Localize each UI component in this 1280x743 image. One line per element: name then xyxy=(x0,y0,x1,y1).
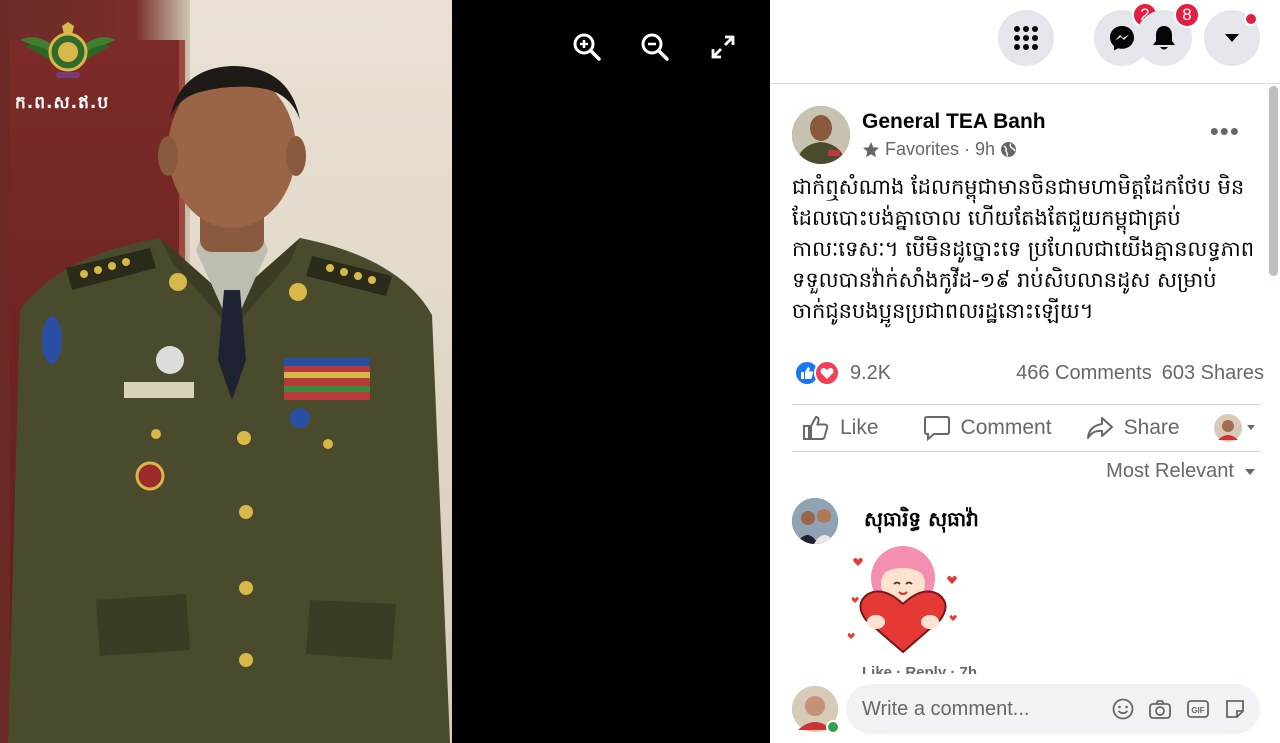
comment-composer: Write a comment... GIF xyxy=(792,684,1260,734)
author-avatar-image xyxy=(792,106,850,164)
shares-count[interactable]: 603 Shares xyxy=(1162,362,1264,385)
gif-icon[interactable]: GIF xyxy=(1186,698,1210,720)
post-time[interactable]: 9h xyxy=(975,139,995,160)
post-actions: Like Comment Share xyxy=(792,404,1260,452)
camera-icon[interactable] xyxy=(1148,698,1172,720)
like-button[interactable]: Like xyxy=(802,415,879,441)
reaction-identity-selector[interactable] xyxy=(1214,414,1256,442)
comment-icon xyxy=(923,416,950,441)
account-alert-dot xyxy=(1244,12,1258,26)
messenger-icon xyxy=(1110,26,1134,51)
meta-separator: · xyxy=(964,139,971,159)
emoji-icon[interactable] xyxy=(1112,698,1134,720)
audience-label[interactable]: Favorites xyxy=(885,139,959,160)
author-name[interactable]: General TEA Banh xyxy=(862,110,1046,134)
comment-label: Comment xyxy=(960,416,1052,439)
bell-icon xyxy=(1153,26,1175,50)
share-icon xyxy=(1086,417,1113,439)
commenter-avatar[interactable] xyxy=(792,498,838,544)
star-icon xyxy=(863,141,879,157)
grid-menu-icon xyxy=(1014,26,1038,50)
author-avatar[interactable] xyxy=(792,106,850,164)
share-label: Share xyxy=(1123,416,1180,439)
comment-button[interactable]: Comment xyxy=(923,415,1052,441)
zoom-in-icon xyxy=(573,33,601,61)
comment-input-placeholder: Write a comment... xyxy=(862,697,1030,720)
online-status-dot xyxy=(826,720,840,734)
commenter-name[interactable]: សុធារិទ្ធ សុធាវ៉ា xyxy=(864,506,979,544)
like-label: Like xyxy=(840,416,879,439)
reactions-count[interactable]: 9.2K xyxy=(850,362,891,385)
zoom-in-button[interactable] xyxy=(572,32,602,62)
post-options-button[interactable]: ••• xyxy=(1210,116,1240,147)
comment-links[interactable]: Like · Reply · 7h xyxy=(862,664,977,674)
thumbs-up-icon xyxy=(803,415,829,440)
photo-viewer: ក.ព.ស.ឥ.ប xyxy=(0,0,770,743)
panel-scrollbar[interactable] xyxy=(1269,86,1278,276)
caret-down-icon xyxy=(1247,425,1255,430)
viewer-toolbar xyxy=(572,32,738,62)
menu-button[interactable] xyxy=(998,10,1054,66)
comment-sort-dropdown[interactable]: Most Relevant xyxy=(1106,460,1256,483)
share-button[interactable]: Share xyxy=(1086,415,1180,441)
current-user-avatar[interactable] xyxy=(792,686,840,734)
caret-down-icon xyxy=(1225,34,1239,42)
comment-item: សុធារិទ្ធ សុធាវ៉ា xyxy=(792,498,979,544)
comment-input[interactable]: Write a comment... GIF xyxy=(846,684,1260,734)
top-navigation: 2 8 xyxy=(770,0,1280,84)
composer-tools: GIF xyxy=(1112,698,1260,720)
account-menu-button[interactable] xyxy=(1204,10,1260,66)
post-text: ជាកំឮសំណាង ដែលកម្ពុជាមានចិនជាមហាមិត្តដែក… xyxy=(792,175,1255,323)
zoom-out-button[interactable] xyxy=(640,32,670,62)
general-portrait xyxy=(8,66,450,743)
sticker-icon[interactable] xyxy=(1224,698,1246,720)
comments-count[interactable]: 466 Comments xyxy=(1016,362,1152,385)
post-stats: 9.2K 466 Comments 603 Shares xyxy=(794,358,1264,388)
globe-icon xyxy=(1001,142,1017,157)
fullscreen-button[interactable] xyxy=(708,32,738,62)
post-photo[interactable]: ក.ព.ស.ឥ.ប xyxy=(0,0,452,743)
love-reaction-icon xyxy=(814,360,840,386)
heart-sticker xyxy=(847,546,957,654)
notifications-button[interactable]: 8 xyxy=(1136,2,1200,66)
fullscreen-icon xyxy=(711,35,735,59)
post-header: General TEA Banh Favorites · 9h xyxy=(792,106,1046,164)
svg-text:GIF: GIF xyxy=(1191,706,1204,715)
user-avatar-icon xyxy=(1214,414,1242,442)
commenter-avatar-image xyxy=(792,498,838,544)
post-meta: Favorites · 9h xyxy=(862,139,1046,160)
caret-down-icon xyxy=(1245,468,1255,475)
zoom-out-icon xyxy=(641,33,669,61)
sort-label: Most Relevant xyxy=(1106,460,1234,482)
notifications-badge: 8 xyxy=(1174,2,1200,28)
